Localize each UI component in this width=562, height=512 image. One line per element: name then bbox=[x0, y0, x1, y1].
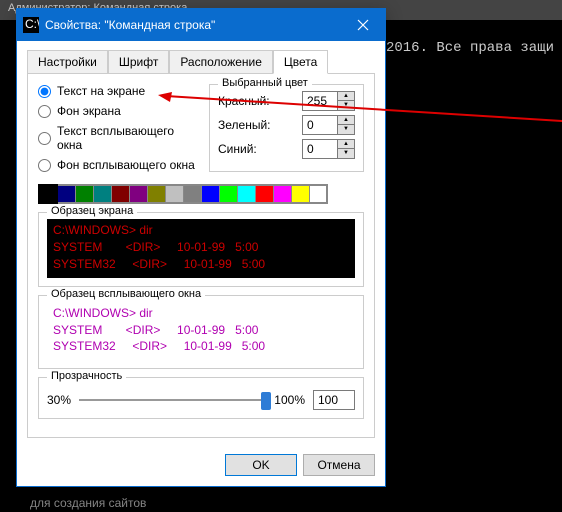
svg-text:C:\: C:\ bbox=[25, 17, 39, 31]
swatch-9[interactable] bbox=[201, 185, 219, 203]
properties-dialog: C:\ Свойства: "Командная строка" Настрой… bbox=[16, 8, 386, 487]
red-input[interactable] bbox=[302, 91, 338, 111]
transparency-fieldset: Прозрачность 30% 100% bbox=[38, 377, 364, 419]
sample-popup-fieldset: Образец всплывающего окна C:\WINDOWS> di… bbox=[38, 295, 364, 370]
swatch-14[interactable] bbox=[291, 185, 309, 203]
swatch-1[interactable] bbox=[57, 185, 75, 203]
red-spinner[interactable]: ▲▼ bbox=[302, 91, 355, 111]
spin-up-icon[interactable]: ▲ bbox=[338, 92, 354, 101]
tab-font[interactable]: Шрифт bbox=[108, 50, 169, 74]
slider-track bbox=[79, 399, 266, 401]
cancel-button[interactable]: Отмена bbox=[303, 454, 375, 476]
red-label: Красный: bbox=[218, 94, 270, 108]
radio-popup-bg[interactable]: Фон всплывающего окна bbox=[38, 158, 199, 172]
spin-down-icon[interactable]: ▼ bbox=[338, 125, 354, 134]
ok-button[interactable]: OK bbox=[225, 454, 297, 476]
radio-screen-text[interactable]: Текст на экране bbox=[38, 84, 199, 98]
swatch-6[interactable] bbox=[147, 185, 165, 203]
swatch-13[interactable] bbox=[273, 185, 291, 203]
radio-popup-text[interactable]: Текст всплывающего окна bbox=[38, 124, 199, 152]
spin-up-icon[interactable]: ▲ bbox=[338, 116, 354, 125]
close-button[interactable] bbox=[341, 9, 385, 41]
green-label: Зеленый: bbox=[218, 118, 271, 132]
swatch-5[interactable] bbox=[129, 185, 147, 203]
radio-popup-text-input[interactable] bbox=[38, 132, 51, 145]
radio-label: Фон всплывающего окна bbox=[57, 158, 195, 172]
radio-screen-bg-input[interactable] bbox=[38, 105, 51, 118]
tab-layout[interactable]: Расположение bbox=[169, 50, 273, 74]
tab-settings[interactable]: Настройки bbox=[27, 50, 108, 74]
green-spinner[interactable]: ▲▼ bbox=[302, 115, 355, 135]
cmd-icon: C:\ bbox=[23, 17, 39, 33]
rgb-fieldset: Выбранный цвет Красный: ▲▼ Зеленый: ▲▼ bbox=[209, 84, 364, 172]
blue-label: Синий: bbox=[218, 142, 257, 156]
radio-label: Текст на экране bbox=[57, 84, 145, 98]
radio-label: Текст всплывающего окна bbox=[57, 124, 199, 152]
swatch-15[interactable] bbox=[309, 185, 327, 203]
titlebar[interactable]: C:\ Свойства: "Командная строка" bbox=[17, 9, 385, 41]
transparency-input[interactable] bbox=[313, 390, 355, 410]
radio-popup-bg-input[interactable] bbox=[38, 159, 51, 172]
tab-content: Текст на экране Фон экрана Текст всплыва… bbox=[27, 73, 375, 438]
tabs: Настройки Шрифт Расположение Цвета bbox=[17, 41, 385, 73]
dialog-title: Свойства: "Командная строка" bbox=[45, 18, 341, 32]
swatch-2[interactable] bbox=[75, 185, 93, 203]
dialog-buttons: OK Отмена bbox=[17, 448, 385, 486]
radio-label: Фон экрана bbox=[57, 104, 121, 118]
radio-screen-text-input[interactable] bbox=[38, 85, 51, 98]
spin-down-icon[interactable]: ▼ bbox=[338, 101, 354, 110]
sample-screen-fieldset: Образец экрана C:\WINDOWS> dir SYSTEM <D… bbox=[38, 212, 364, 287]
console-text: 2016. Все права защи bbox=[386, 40, 554, 56]
swatch-4[interactable] bbox=[111, 185, 129, 203]
trans-max: 100% bbox=[274, 393, 305, 407]
rgb-title: Выбранный цвет bbox=[218, 77, 312, 89]
slider-thumb[interactable] bbox=[261, 392, 271, 410]
sample-screen-title: Образец экрана bbox=[47, 205, 137, 217]
blue-input[interactable] bbox=[302, 139, 338, 159]
spin-down-icon[interactable]: ▼ bbox=[338, 149, 354, 158]
sample-popup-title: Образец всплывающего окна bbox=[47, 288, 205, 300]
console-bottom-text: для создания сайтов bbox=[30, 496, 146, 510]
swatch-3[interactable] bbox=[93, 185, 111, 203]
blue-spinner[interactable]: ▲▼ bbox=[302, 139, 355, 159]
tab-colors[interactable]: Цвета bbox=[273, 50, 328, 74]
radio-screen-bg[interactable]: Фон экрана bbox=[38, 104, 199, 118]
transparency-title: Прозрачность bbox=[47, 370, 126, 382]
sample-popup: C:\WINDOWS> dir SYSTEM <DIR> 10-01-99 5:… bbox=[47, 302, 355, 361]
sample-screen: C:\WINDOWS> dir SYSTEM <DIR> 10-01-99 5:… bbox=[47, 219, 355, 278]
swatch-0[interactable] bbox=[39, 185, 57, 203]
swatch-7[interactable] bbox=[165, 185, 183, 203]
spin-up-icon[interactable]: ▲ bbox=[338, 140, 354, 149]
green-input[interactable] bbox=[302, 115, 338, 135]
color-target-radios: Текст на экране Фон экрана Текст всплыва… bbox=[38, 84, 199, 180]
trans-min: 30% bbox=[47, 393, 71, 407]
swatch-12[interactable] bbox=[255, 185, 273, 203]
swatch-10[interactable] bbox=[219, 185, 237, 203]
color-palette bbox=[38, 184, 328, 204]
swatch-11[interactable] bbox=[237, 185, 255, 203]
swatch-8[interactable] bbox=[183, 185, 201, 203]
transparency-slider[interactable] bbox=[79, 390, 266, 410]
